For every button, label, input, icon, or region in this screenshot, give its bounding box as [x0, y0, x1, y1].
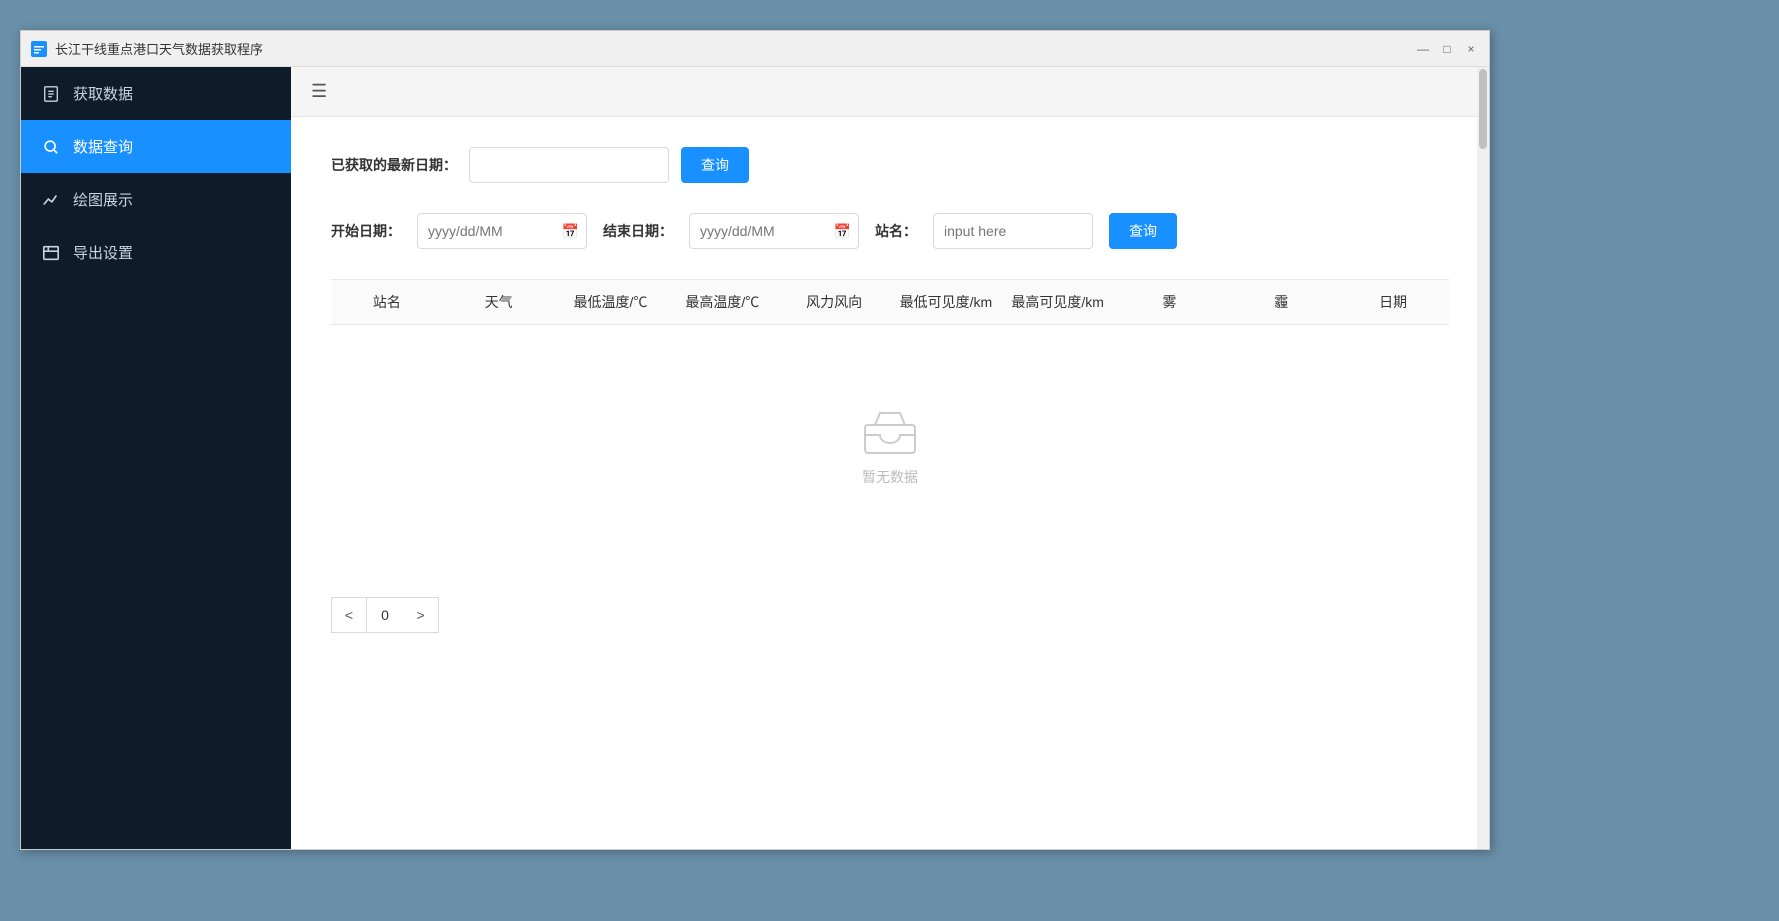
prev-page-button[interactable]: <: [331, 597, 367, 633]
scrollbar-thumb[interactable]: [1479, 69, 1487, 149]
content-area: 已获取的最新日期： 查询 开始日期： 📅 结束日期： 📅: [291, 117, 1489, 849]
sidebar-item-export-settings[interactable]: 导出设置: [21, 226, 291, 279]
main-content: ☰ 已获取的最新日期： 查询 开始日期： 📅 结束日期：: [291, 67, 1489, 849]
export-icon: [41, 243, 61, 263]
app-body: 获取数据 数据查询 绘图展示: [21, 67, 1489, 849]
sidebar-item-chart-display[interactable]: 绘图展示: [21, 173, 291, 226]
sidebar-item-data-query[interactable]: 数据查询: [21, 120, 291, 173]
empty-inbox-icon: [860, 405, 920, 455]
col-wind: 风力风向: [778, 292, 890, 312]
col-max-temp: 最高温度/℃: [666, 292, 778, 312]
range-query-button[interactable]: 查询: [1109, 213, 1177, 249]
col-min-temp: 最低温度/℃: [555, 292, 667, 312]
sidebar-item-label: 绘图展示: [73, 189, 133, 210]
station-input[interactable]: [933, 213, 1093, 249]
range-query-row: 开始日期： 📅 结束日期： 📅 站名： 查询: [331, 213, 1449, 249]
close-button[interactable]: ×: [1463, 41, 1479, 57]
latest-date-label: 已获取的最新日期：: [331, 155, 457, 175]
end-date-wrap: 📅: [689, 213, 859, 249]
latest-date-query-button[interactable]: 查询: [681, 147, 749, 183]
app-window: 长江干线重点港口天气数据获取程序 — □ × 获取数据: [20, 30, 1490, 850]
app-icon: [31, 41, 47, 57]
sidebar-item-get-data[interactable]: 获取数据: [21, 67, 291, 120]
col-fog: 雾: [1114, 292, 1226, 312]
end-date-input[interactable]: [689, 213, 859, 249]
search-icon: [41, 137, 61, 157]
sidebar: 获取数据 数据查询 绘图展示: [21, 67, 291, 849]
col-haze: 霾: [1225, 292, 1337, 312]
minimize-button[interactable]: —: [1415, 41, 1431, 57]
sidebar-item-label: 导出设置: [73, 242, 133, 263]
menu-toggle-icon[interactable]: ☰: [311, 81, 327, 102]
col-min-visibility: 最低可见度/km: [890, 292, 1002, 312]
pagination: < 0 >: [331, 597, 1449, 633]
current-page-number: 0: [367, 597, 403, 633]
latest-date-input[interactable]: [469, 147, 669, 183]
chart-icon: [41, 190, 61, 210]
station-label: 站名：: [875, 221, 917, 241]
col-station: 站名: [331, 292, 443, 312]
window-title: 长江干线重点港口天气数据获取程序: [55, 39, 1415, 58]
latest-date-row: 已获取的最新日期： 查询: [331, 147, 1449, 183]
title-bar: 长江干线重点港口天气数据获取程序 — □ ×: [21, 31, 1489, 67]
top-bar: ☰: [291, 67, 1489, 117]
col-weather: 天气: [443, 292, 555, 312]
col-date: 日期: [1337, 292, 1449, 312]
next-page-button[interactable]: >: [403, 597, 439, 633]
window-controls: — □ ×: [1415, 41, 1479, 57]
maximize-button[interactable]: □: [1439, 41, 1455, 57]
start-date-wrap: 📅: [417, 213, 587, 249]
end-date-label: 结束日期：: [603, 221, 673, 241]
start-date-label: 开始日期：: [331, 221, 401, 241]
empty-text: 暂无数据: [862, 467, 918, 487]
empty-state: 暂无数据: [331, 325, 1449, 567]
start-date-input[interactable]: [417, 213, 587, 249]
scrollbar-track[interactable]: [1477, 67, 1489, 849]
sidebar-item-label: 数据查询: [73, 136, 133, 157]
col-max-visibility: 最高可见度/km: [1002, 292, 1114, 312]
table-header: 站名 天气 最低温度/℃ 最高温度/℃ 风力风向 最低可见度/km 最高可见度/…: [331, 279, 1449, 325]
sidebar-item-label: 获取数据: [73, 83, 133, 104]
book-icon: [41, 84, 61, 104]
